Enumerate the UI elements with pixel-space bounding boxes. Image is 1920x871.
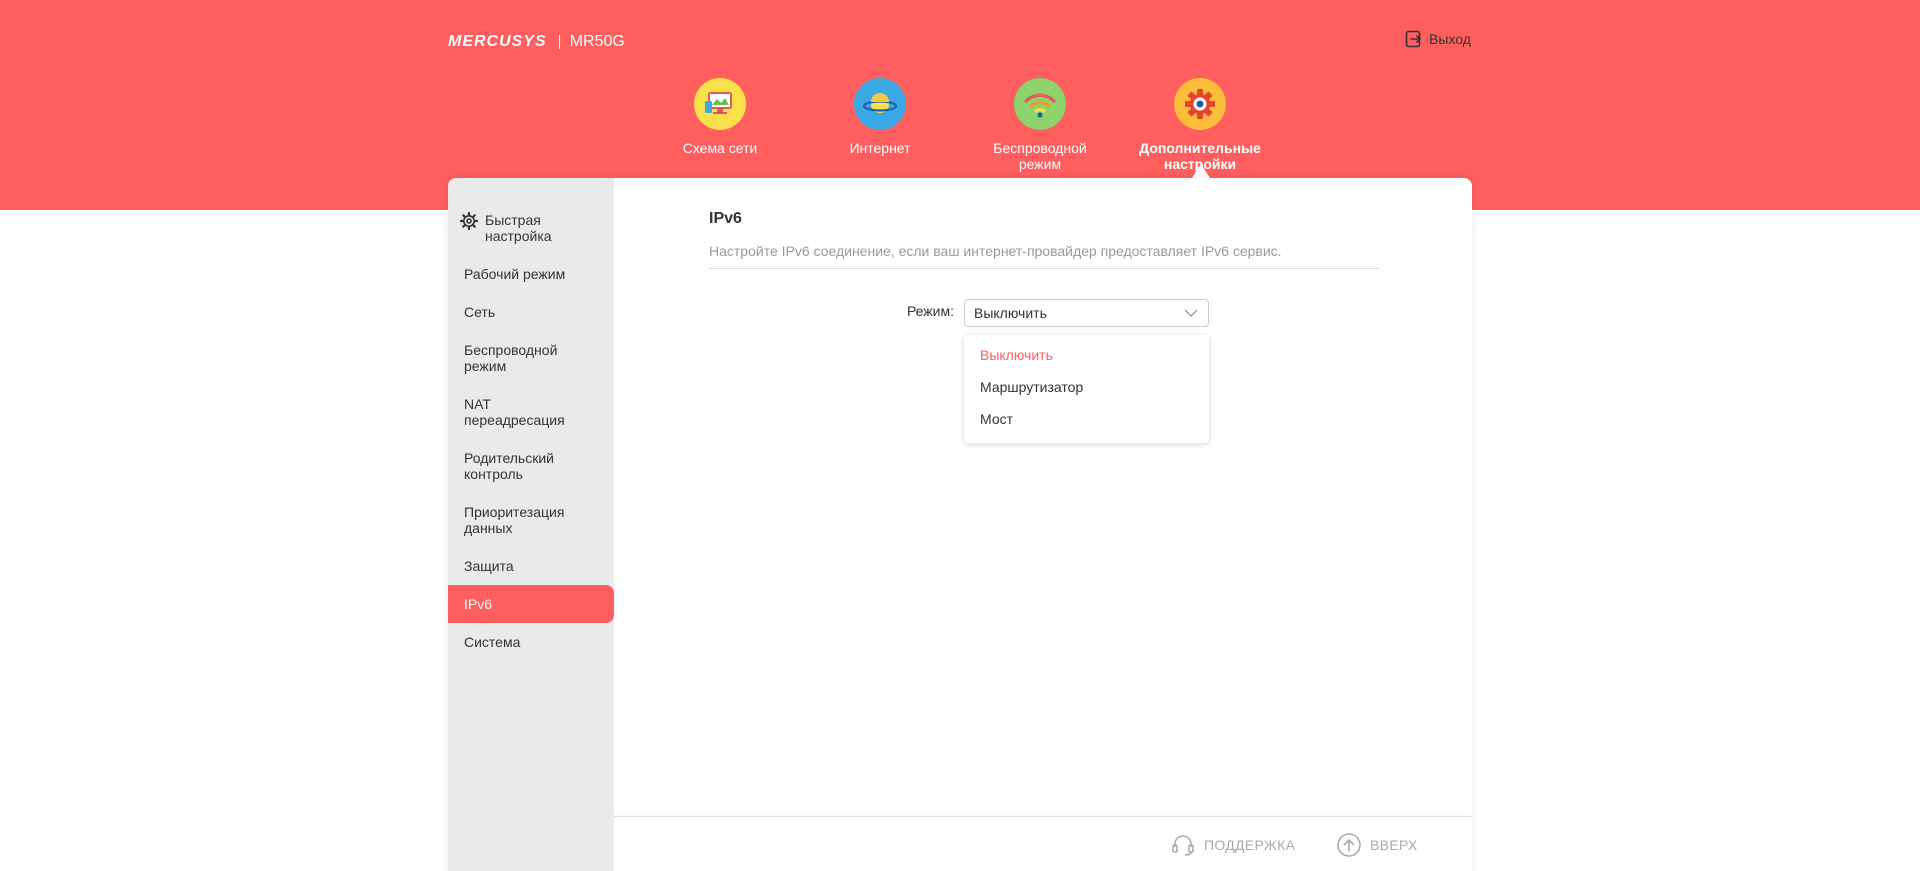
globe-planet-icon bbox=[854, 78, 906, 130]
sidebar-item-label: Родительский контроль bbox=[464, 450, 554, 482]
mode-option-off[interactable]: Выключить bbox=[980, 347, 1053, 363]
active-nav-indicator bbox=[1192, 164, 1210, 178]
top-label: ВВЕРХ bbox=[1370, 837, 1418, 853]
brand-logo: MERCUSYS bbox=[448, 33, 547, 50]
sidebar-item-operation-mode[interactable]: Рабочий режим bbox=[448, 266, 614, 282]
mode-select-value: Выключить bbox=[974, 305, 1047, 321]
sidebar-item-parental-control[interactable]: Родительский контроль bbox=[448, 450, 568, 482]
model-name: MR50G bbox=[569, 33, 625, 50]
sidebar-item-label: Быстрая настройка bbox=[485, 212, 552, 244]
support-label: ПОДДЕРЖКА bbox=[1204, 837, 1296, 853]
network-map-icon bbox=[694, 78, 746, 130]
arrow-up-circle-icon bbox=[1337, 833, 1361, 857]
sidebar-item-label: Сеть bbox=[464, 304, 496, 320]
headset-icon bbox=[1172, 835, 1194, 856]
gear-icon bbox=[1174, 78, 1226, 130]
mode-select[interactable]: Выключить bbox=[964, 299, 1209, 327]
sidebar-item-label: Защита bbox=[464, 558, 514, 574]
title-divider bbox=[709, 268, 1379, 269]
sidebar-item-label: Беспроводной режим bbox=[464, 342, 558, 374]
page-title: IPv6 bbox=[709, 210, 742, 227]
sidebar-item-quick-setup[interactable]: Быстрая настройка bbox=[448, 212, 614, 244]
sidebar-item-ipv6[interactable]: IPv6 bbox=[448, 585, 614, 623]
sidebar-item-nat-forwarding[interactable]: NAT переадресация bbox=[448, 396, 568, 428]
sidebar-item-security[interactable]: Защита bbox=[448, 558, 614, 574]
support-link[interactable]: ПОДДЕРЖКА bbox=[1170, 832, 1295, 858]
sidebar-item-network[interactable]: Сеть bbox=[448, 304, 614, 320]
chevron-down-icon bbox=[1184, 309, 1198, 317]
page-description: Настройте IPv6 соединение, если ваш инте… bbox=[709, 243, 1282, 259]
sidebar-item-wireless[interactable]: Беспроводной режим bbox=[448, 342, 568, 374]
footer-divider bbox=[614, 816, 1472, 817]
sidebar-item-label: Приоритезация данных bbox=[464, 504, 565, 536]
nav-network-map[interactable]: Схема сети bbox=[655, 78, 785, 156]
nav-advanced-settings[interactable]: Дополнительные настройки bbox=[1135, 78, 1265, 172]
brand: MERCUSYS MR50G bbox=[448, 30, 625, 54]
wifi-icon bbox=[1014, 78, 1066, 130]
nav-wireless[interactable]: Беспроводной режим bbox=[975, 78, 1105, 172]
back-to-top-link[interactable]: ВВЕРХ bbox=[1336, 832, 1418, 858]
quick-setup-gear-icon bbox=[460, 212, 478, 230]
nav-label: Беспроводной режим bbox=[993, 140, 1087, 172]
mode-label: Режим: bbox=[906, 303, 954, 319]
sidebar-item-label: Система bbox=[464, 634, 521, 650]
sidebar-item-qos[interactable]: Приоритезация данных bbox=[448, 504, 568, 536]
nav-label: Интернет bbox=[849, 140, 911, 156]
mode-option-bridge[interactable]: Мост bbox=[980, 411, 1013, 427]
logout-icon bbox=[1405, 30, 1421, 48]
logout-label: Выход bbox=[1429, 31, 1471, 47]
sidebar-item-label: IPv6 bbox=[464, 596, 493, 612]
sidebar-item-label: NAT переадресация bbox=[464, 396, 565, 428]
brand-separator bbox=[558, 35, 560, 49]
mode-dropdown: Выключить Маршрутизатор Мост bbox=[964, 335, 1209, 443]
logout-button[interactable]: Выход bbox=[1405, 28, 1471, 50]
mode-option-router[interactable]: Маршрутизатор bbox=[980, 379, 1083, 395]
main-card: Быстрая настройка Рабочий режим Сеть Бес… bbox=[448, 178, 1472, 871]
sidebar: Быстрая настройка Рабочий режим Сеть Бес… bbox=[448, 178, 614, 871]
nav-internet[interactable]: Интернет bbox=[815, 78, 945, 156]
sidebar-item-label: Рабочий режим bbox=[464, 266, 566, 282]
nav-label: Схема сети bbox=[682, 140, 758, 156]
sidebar-item-system[interactable]: Система bbox=[448, 634, 614, 650]
